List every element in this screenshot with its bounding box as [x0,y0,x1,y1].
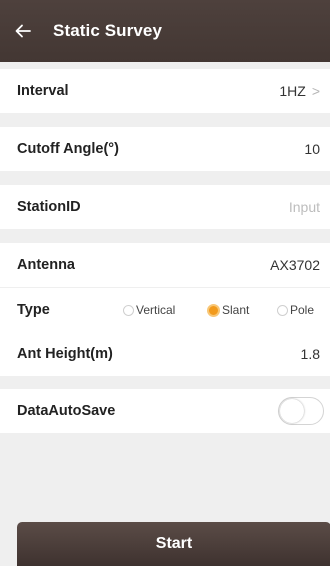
type-row: Type Vertical Slant Pole [0,288,330,332]
cutoff-angle-row[interactable]: Cutoff Angle(°) 10 [0,127,330,171]
ant-height-label: Ant Height(m) [17,346,113,362]
page-title: Static Survey [53,21,163,40]
static-survey-screen: Static Survey Interval 1HZ > Cutoff Angl… [0,0,330,566]
radio-unchecked-icon [277,304,288,316]
type-option-label: Vertical [136,303,176,317]
arrow-left-icon [15,24,31,38]
antenna-value: AX3702 [270,257,320,273]
type-option-label: Pole [290,303,315,317]
ant-height-value[interactable]: 1.8 [301,346,320,362]
station-id-label: StationID [17,199,81,215]
app-header: Static Survey [0,0,330,62]
antenna-row[interactable]: Antenna AX3702 [0,243,330,287]
radio-unchecked-icon [123,304,134,316]
type-option-slant[interactable]: Slant [207,303,277,317]
cutoff-angle-label: Cutoff Angle(°) [17,141,119,157]
cutoff-angle-value[interactable]: 10 [304,141,320,157]
antenna-label: Antenna [17,257,75,273]
type-option-vertical[interactable]: Vertical [123,303,207,317]
type-label: Type [17,302,50,318]
type-option-label: Slant [222,303,250,317]
data-auto-save-label: DataAutoSave [17,403,116,419]
interval-label: Interval [17,83,69,99]
station-id-row: StationID Input [0,185,330,229]
back-button[interactable] [0,0,46,62]
station-id-input[interactable]: Input [289,199,320,215]
data-auto-save-toggle[interactable] [278,397,324,425]
data-auto-save-row: DataAutoSave [0,389,330,433]
type-option-pole[interactable]: Pole [277,303,314,317]
toggle-knob [280,399,304,423]
chevron-right-icon: > [311,83,320,99]
interval-row[interactable]: Interval 1HZ > [0,69,330,113]
ant-height-row: Ant Height(m) 1.8 [0,332,330,376]
interval-value: 1HZ [279,83,306,99]
radio-checked-icon [207,303,220,317]
type-radio-group: Vertical Slant Pole [123,303,314,317]
start-button[interactable]: Start [17,522,330,566]
